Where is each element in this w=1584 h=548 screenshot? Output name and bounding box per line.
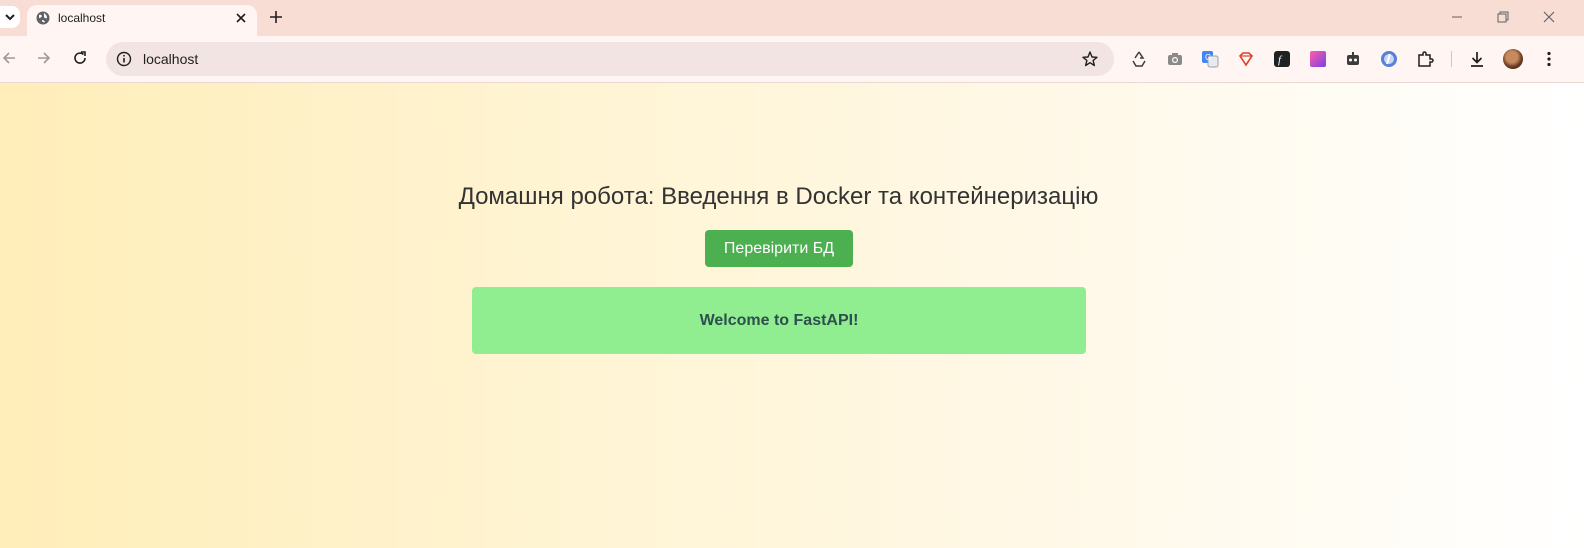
browser-toolbar: localhost G f: [0, 36, 1584, 83]
robot-icon[interactable]: [1344, 50, 1362, 68]
page-viewport: Домашня робота: Введення в Docker та кон…: [0, 83, 1584, 548]
tab-strip: localhost: [0, 0, 1584, 36]
minimize-icon[interactable]: [1450, 10, 1464, 24]
address-bar[interactable]: localhost: [106, 42, 1114, 76]
restore-icon[interactable]: [1496, 10, 1510, 24]
bookmark-star-icon[interactable]: [1081, 50, 1099, 68]
back-icon[interactable]: [1, 50, 17, 66]
svg-text:G: G: [1205, 53, 1211, 62]
site-info-icon[interactable]: [116, 51, 132, 67]
new-tab-icon[interactable]: [268, 9, 284, 25]
avatar[interactable]: [1503, 49, 1523, 69]
tab-title: localhost: [58, 11, 106, 25]
browser-tab[interactable]: localhost: [27, 5, 257, 36]
toolbar-divider: [1451, 51, 1452, 67]
font-f-icon[interactable]: f: [1273, 50, 1291, 68]
forward-icon[interactable]: [36, 50, 52, 66]
recycle-icon[interactable]: [1130, 50, 1148, 68]
tab-search-button[interactable]: [0, 6, 20, 28]
gem-icon[interactable]: [1237, 50, 1255, 68]
more-vert-icon[interactable]: [1540, 50, 1558, 68]
disc-icon[interactable]: [1380, 50, 1398, 68]
message-text: Welcome to FastAPI!: [699, 311, 859, 329]
gradient-square-icon[interactable]: [1309, 50, 1327, 68]
globe-icon: [36, 11, 50, 25]
page-title: Домашня робота: Введення в Docker та кон…: [458, 183, 1099, 210]
check-db-button[interactable]: Перевірити БД: [705, 230, 853, 267]
reload-icon[interactable]: [72, 50, 88, 66]
puzzle-icon[interactable]: [1416, 50, 1434, 68]
address-url[interactable]: localhost: [143, 51, 198, 67]
download-icon[interactable]: [1468, 50, 1486, 68]
message-box: Welcome to FastAPI!: [472, 287, 1086, 354]
camera-icon[interactable]: [1166, 50, 1184, 68]
translate-icon[interactable]: G: [1201, 50, 1219, 68]
close-icon[interactable]: [233, 10, 249, 26]
window-close-icon[interactable]: [1542, 10, 1556, 24]
chevron-down-icon: [5, 14, 15, 21]
